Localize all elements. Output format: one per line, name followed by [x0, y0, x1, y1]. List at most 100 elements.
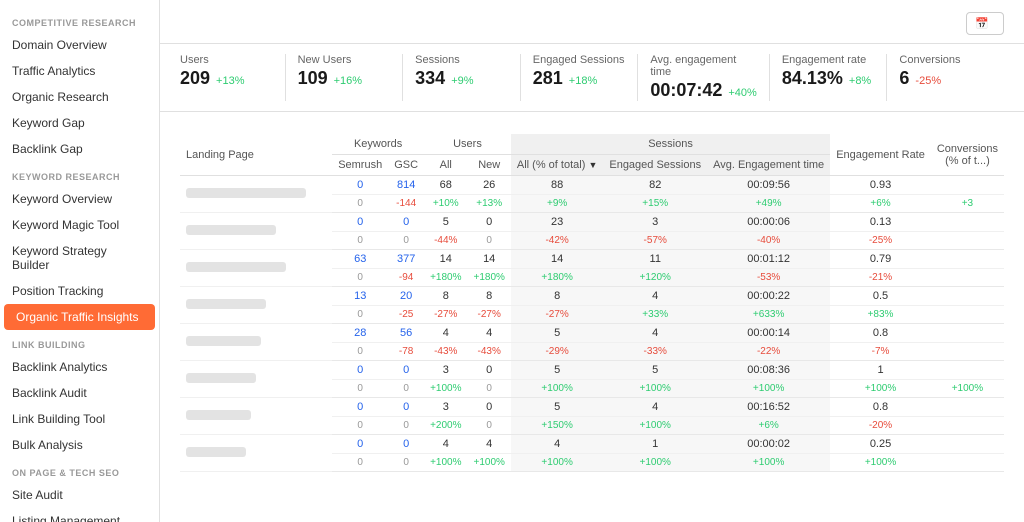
main-content: 📅 Users209+13%New Users109+16%Sessions33…: [160, 0, 1024, 522]
users-all-change-3: -27%: [424, 306, 467, 324]
col-kw-gsc: GSC: [388, 155, 424, 176]
kw-gsc-change-4: -78: [388, 343, 424, 361]
sidebar-item-link-building-tool[interactable]: Link Building Tool: [0, 406, 159, 432]
sidebar-item-label-listing-management: Listing Management: [12, 514, 120, 522]
table-row-2: 633771414141100:01:120.79: [180, 250, 1004, 269]
sidebar-item-keyword-magic-tool[interactable]: Keyword Magic Tool: [0, 212, 159, 238]
sidebar-item-position-tracking[interactable]: Position Tracking: [0, 278, 159, 304]
sidebar-item-organic-traffic-insights[interactable]: Organic Traffic Insights: [4, 304, 155, 330]
sidebar-item-domain-overview[interactable]: Domain Overview: [0, 32, 159, 58]
metrics-bar: Users209+13%New Users109+16%Sessions334+…: [160, 44, 1024, 112]
metric-label-engagement-rate: Engagement rate: [782, 54, 875, 66]
users-new-change-4: -43%: [467, 343, 510, 361]
metric-value-row-engaged-sessions: 281 +18%: [533, 68, 626, 89]
users-new-6: 0: [467, 398, 510, 417]
kw-semrush-0: 0: [332, 176, 388, 195]
sessions-engaged-change-7: +100%: [603, 454, 707, 472]
metric-change-new-users: +16%: [334, 75, 362, 87]
users-new-change-7: +100%: [467, 454, 510, 472]
metric-sessions: Sessions334+9%: [403, 54, 521, 101]
metric-value-engaged-sessions: 281: [533, 68, 563, 89]
sessions-engaged-4: 4: [603, 324, 707, 343]
sessions-engaged-6: 4: [603, 398, 707, 417]
sidebar-item-label-bulk-analysis: Bulk Analysis: [12, 438, 83, 452]
sidebar-item-bulk-analysis[interactable]: Bulk Analysis: [0, 432, 159, 458]
landing-page-cell-4: [180, 324, 332, 361]
engagement-rate-change-2: -21%: [830, 269, 931, 287]
sessions-all-0: 88: [511, 176, 603, 195]
users-all-change-2: +180%: [424, 269, 467, 287]
kw-semrush-change-7: 0: [332, 454, 388, 472]
sessions-avg-change-7: +100%: [707, 454, 830, 472]
table-row-7: 00444100:00:020.25: [180, 435, 1004, 454]
sidebar-item-traffic-analytics[interactable]: Traffic Analytics: [0, 58, 159, 84]
metric-label-new-users: New Users: [298, 54, 391, 66]
users-all-0: 68: [424, 176, 467, 195]
sessions-all-4: 5: [511, 324, 603, 343]
landing-page-cell-3: [180, 287, 332, 324]
landing-page-cell-1: [180, 213, 332, 250]
kw-semrush-5: 0: [332, 361, 388, 380]
metric-change-conversions: -25%: [915, 75, 941, 87]
sessions-all-2: 14: [511, 250, 603, 269]
sessions-avg-0: 00:09:56: [707, 176, 830, 195]
sidebar-item-label-backlink-gap: Backlink Gap: [12, 142, 83, 156]
sessions-all-7: 4: [511, 435, 603, 454]
sessions-avg-change-3: +633%: [707, 306, 830, 324]
sidebar-item-backlink-gap[interactable]: Backlink Gap: [0, 136, 159, 162]
metric-change-engaged-sessions: +18%: [569, 75, 597, 87]
users-all-1: 5: [424, 213, 467, 232]
metric-change-engagement-rate: +8%: [849, 75, 871, 87]
sessions-avg-change-0: +49%: [707, 195, 830, 213]
engagement-rate-change-5: +100%: [830, 380, 931, 398]
sidebar-item-keyword-overview[interactable]: Keyword Overview: [0, 186, 159, 212]
sidebar-item-label-backlink-analytics: Backlink Analytics: [12, 360, 107, 374]
kw-semrush-6: 0: [332, 398, 388, 417]
sessions-avg-change-4: -22%: [707, 343, 830, 361]
metric-value-avg-engagement-time: 00:07:42: [650, 80, 722, 101]
sidebar-item-site-audit[interactable]: Site Audit: [0, 482, 159, 508]
kw-gsc-change-0: -144: [388, 195, 424, 213]
conversions-1: [931, 213, 1004, 232]
col-group-users: Users: [424, 134, 511, 155]
users-new-0: 26: [467, 176, 510, 195]
users-new-7: 4: [467, 435, 510, 454]
sidebar-item-backlink-audit[interactable]: Backlink Audit: [0, 380, 159, 406]
kw-gsc-6: 0: [388, 398, 424, 417]
landing-page-cell-6: [180, 398, 332, 435]
users-all-7: 4: [424, 435, 467, 454]
metric-value-row-new-users: 109+16%: [298, 68, 391, 89]
users-new-change-3: -27%: [467, 306, 510, 324]
users-new-4: 4: [467, 324, 510, 343]
sessions-avg-2: 00:01:12: [707, 250, 830, 269]
sidebar-item-organic-research[interactable]: Organic Research: [0, 84, 159, 110]
kw-gsc-7: 0: [388, 435, 424, 454]
sessions-engaged-3: 4: [603, 287, 707, 306]
sessions-all-change-3: -27%: [511, 306, 603, 324]
date-range-picker[interactable]: 📅: [966, 12, 1004, 35]
sidebar-item-backlink-analytics[interactable]: Backlink Analytics: [0, 354, 159, 380]
sessions-engaged-change-3: +33%: [603, 306, 707, 324]
conversions-0: [931, 176, 1004, 195]
col-kw-semrush: Semrush: [332, 155, 388, 176]
conversions-change-5: +100%: [931, 380, 1004, 398]
engagement-rate-change-1: -25%: [830, 232, 931, 250]
metric-label-sessions: Sessions: [415, 54, 508, 66]
conversions-7: [931, 435, 1004, 454]
metric-value-row-avg-engagement-time: 00:07:42 +40%: [650, 80, 757, 101]
sidebar-item-keyword-strategy-builder[interactable]: Keyword Strategy Builder: [0, 238, 159, 278]
users-new-change-6: 0: [467, 417, 510, 435]
sessions-all-1: 23: [511, 213, 603, 232]
sidebar-item-listing-management[interactable]: Listing Management: [0, 508, 159, 522]
sessions-all-change-6: +150%: [511, 417, 603, 435]
table-row-5: 00305500:08:361: [180, 361, 1004, 380]
metric-change-avg-engagement-time: +40%: [728, 87, 756, 99]
metric-value-engagement-rate: 84.13%: [782, 68, 843, 89]
sessions-all-change-0: +9%: [511, 195, 603, 213]
metric-label-engaged-sessions: Engaged Sessions: [533, 54, 626, 66]
landing-page-cell-0: [180, 176, 332, 213]
sessions-avg-7: 00:00:02: [707, 435, 830, 454]
conversions-4: [931, 324, 1004, 343]
sidebar-item-keyword-gap[interactable]: Keyword Gap: [0, 110, 159, 136]
kw-gsc-3: 20: [388, 287, 424, 306]
